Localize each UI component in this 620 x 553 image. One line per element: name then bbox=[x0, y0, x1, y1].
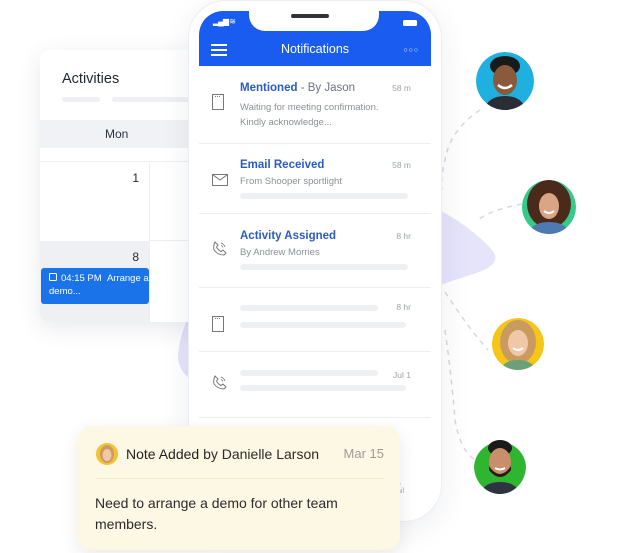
skeleton-line bbox=[62, 97, 100, 102]
skeleton-line bbox=[240, 385, 406, 391]
activities-title: Activities bbox=[62, 71, 120, 87]
note-icon bbox=[212, 94, 224, 110]
note-author: by Danielle Larson bbox=[203, 446, 320, 462]
note-date: Mar 15 bbox=[343, 446, 384, 461]
avatar-man-beard[interactable] bbox=[474, 438, 526, 494]
more-dots-icon[interactable]: ○○○ bbox=[403, 47, 419, 54]
notification-time: 58 m bbox=[392, 160, 411, 170]
note-title: Note Added bbox=[126, 446, 200, 462]
notification-time: 58 m bbox=[392, 83, 411, 93]
signal-icon: ▂▄▆ ≋ bbox=[213, 17, 236, 26]
event-time: 04:15 PM bbox=[61, 273, 102, 284]
notification-line: Waiting for meeting confirmation. bbox=[240, 102, 379, 113]
notifications-header: ▂▄▆ ≋ Notifications ○○○ bbox=[199, 9, 431, 66]
notification-item[interactable]: Email Received 58 m From Shooper sportli… bbox=[199, 144, 431, 214]
avatar-woman-blonde[interactable] bbox=[492, 318, 544, 370]
header-title: Notifications bbox=[280, 42, 350, 56]
note-icon bbox=[212, 316, 224, 332]
note-heading: Note Added by Danielle Larson bbox=[126, 446, 319, 462]
note-body: Need to arrange a demo for other team me… bbox=[95, 495, 338, 532]
notification-item[interactable]: Jul 1 bbox=[199, 352, 431, 418]
avatar-woman-curly[interactable] bbox=[522, 180, 576, 234]
note-added-card[interactable]: Note Added by Danielle Larson Mar 15 Nee… bbox=[78, 426, 400, 550]
calendar-cell[interactable]: 1 bbox=[40, 163, 150, 241]
notification-item[interactable]: 8 hr bbox=[199, 288, 431, 352]
skeleton-line bbox=[240, 193, 408, 199]
skeleton-line bbox=[240, 322, 406, 328]
day-header-label: Mon bbox=[105, 127, 129, 141]
notification-title: Mentioned - By Jason bbox=[240, 82, 355, 94]
notification-title: Activity Assigned bbox=[240, 230, 337, 242]
avatar-man-smiling[interactable] bbox=[476, 52, 534, 110]
phone-icon bbox=[213, 375, 227, 390]
checkbox-icon bbox=[49, 273, 57, 281]
divider bbox=[96, 478, 384, 479]
notification-time: Jul 1 bbox=[393, 370, 411, 380]
notification-title-text: Mentioned bbox=[240, 82, 298, 94]
skeleton-line bbox=[240, 305, 378, 311]
notification-time: 8 hr bbox=[396, 231, 411, 241]
date-number: 8 bbox=[132, 250, 139, 264]
battery-icon bbox=[403, 20, 417, 26]
notification-item[interactable]: Mentioned - By Jason 58 m Waiting for me… bbox=[199, 66, 431, 144]
phone-icon bbox=[213, 241, 227, 256]
notification-title: Email Received bbox=[240, 159, 325, 171]
skeleton-line bbox=[240, 370, 378, 376]
mail-icon bbox=[212, 174, 228, 186]
notification-author: - By Jason bbox=[300, 82, 356, 94]
notification-line: Kindly acknowledge... bbox=[240, 117, 332, 128]
calendar-cell-selected[interactable]: 8 04:15 PM Arrange a demo... bbox=[40, 241, 150, 322]
calendar-event[interactable]: 04:15 PM Arrange a demo... bbox=[41, 268, 149, 304]
phone-notch bbox=[249, 9, 379, 31]
skeleton-line bbox=[240, 264, 408, 270]
date-number: 1 bbox=[132, 171, 139, 185]
notification-time: 8 hr bbox=[396, 302, 411, 312]
note-author-avatar bbox=[96, 443, 118, 465]
notification-line: By Andrew Morries bbox=[240, 247, 320, 258]
notification-item[interactable]: Activity Assigned 8 hr By Andrew Morries bbox=[199, 214, 431, 288]
notification-line: From Shooper sportlight bbox=[240, 176, 342, 187]
